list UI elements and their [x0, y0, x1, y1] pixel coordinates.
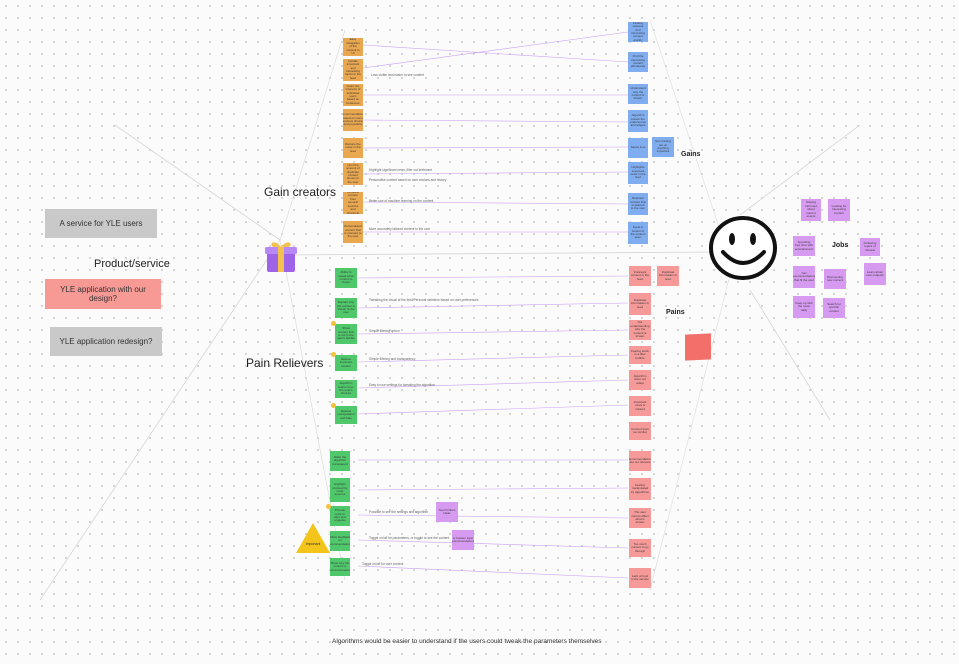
application-design-box[interactable]: YLE application with our design? [45, 279, 161, 309]
marker-dot [326, 504, 331, 509]
important-triangle-icon[interactable]: Important [296, 523, 330, 553]
connector-note: Better use of machine learning on the co… [369, 199, 434, 203]
pain-reliever-note[interactable]: Highlight trustworthy news sources [330, 478, 350, 502]
gain-creators-heading: Gain creators [264, 185, 337, 199]
gain-creator-note[interactable]: Limit the amount of duplicate content sh… [343, 163, 363, 185]
job-note[interactable]: Staying informed about current events [801, 199, 821, 221]
job-note[interactable]: Keep up with the news daily [793, 296, 815, 318]
blank-pain-note[interactable] [685, 333, 711, 361]
connector-note: Personalise content based on user choice… [369, 178, 447, 182]
jobs-heading: Jobs [832, 242, 849, 249]
gift-icon [263, 238, 299, 274]
gain-note[interactable]: Find the interesting content effortlessl… [628, 52, 648, 72]
connector-note: Toggle on/off for parameters, or toggle … [369, 536, 450, 540]
important-label: Important [305, 542, 321, 546]
gain-note[interactable]: Feels in control of the content seen [628, 222, 648, 244]
gain-creator-note[interactable]: Combine content from several sources and… [343, 192, 363, 214]
pain-relievers-heading: Pain Relievers [246, 356, 324, 370]
job-note[interactable]: Get recommendations that fit the user [793, 266, 815, 288]
pain-note[interactable]: Not understanding why the content is sho… [629, 320, 651, 340]
pain-reliever-note[interactable]: Show why the content is recommended [330, 558, 350, 576]
pain-note[interactable]: Irrelevant content in the feed [629, 266, 651, 286]
gains-heading: Gains [681, 151, 701, 158]
gain-note[interactable]: Highlights important news in the feed [628, 162, 648, 184]
pain-note[interactable]: The user cannot affect what is shown [629, 508, 651, 528]
gain-note[interactable]: Not missing out on anything important [652, 137, 674, 157]
pain-reliever-note[interactable]: Reduce irrelevant content [335, 355, 357, 371]
pain-note[interactable]: Algorithm does not adapt [629, 370, 651, 390]
pain-reliever-note[interactable]: Provide tools to filter and organise [330, 506, 350, 526]
service-box[interactable]: A service for YLE users [45, 209, 157, 238]
connector-note: Possible to see the settings and algorit… [369, 510, 429, 514]
job-note[interactable]: Learn about new subjects [864, 263, 886, 285]
gain-note[interactable]: Relevant content that is tailored to the… [628, 193, 648, 215]
pain-reliever-note[interactable]: Ability to tweak what content is shown [335, 268, 357, 288]
connector-note: Simple filtering option [369, 329, 400, 333]
side-note[interactable]: A Custom topic recommendations [452, 530, 474, 550]
pain-reliever-note[interactable]: Make the algorithm transparent [330, 451, 350, 471]
gain-note[interactable]: Finding relevant and interesting content… [628, 22, 648, 42]
gain-creator-note[interactable]: Reduce the noise in the feed [343, 138, 363, 158]
gain-creator-note[interactable]: Recommendations based on users' previous… [343, 109, 363, 131]
connector-note: Tweaking the visual of the feed/Personal… [369, 298, 479, 302]
connector-note: Toggle on/off for user content [362, 562, 404, 566]
pain-note[interactable]: Recommendations are not relevant [629, 451, 651, 471]
gain-creator-note[interactable]: Easy navigation of the content in UI [343, 38, 363, 56]
side-note[interactable]: Touch Filters Ideas [436, 502, 458, 522]
gain-note[interactable]: Saves time [628, 138, 648, 158]
pain-note[interactable]: Important news is missed [629, 396, 651, 416]
pain-note[interactable]: Duplicate information in feed [657, 266, 679, 286]
gain-note[interactable]: Understand why the content is shown [628, 84, 648, 104]
pain-note[interactable]: Feeling manipulated by algorithms [629, 478, 651, 500]
pain-note[interactable]: Too much content to go through [629, 539, 651, 557]
connector-note: More accurately tailored content to the … [369, 227, 431, 231]
marker-dot [331, 352, 336, 357]
connector-note: Simple filtering and transparency [369, 357, 416, 361]
gain-creator-note[interactable]: Personalised content that is relevant to… [343, 221, 363, 243]
gain-creator-note[interactable]: Include important and interesting topics… [343, 59, 363, 81]
canvas-board[interactable]: A service for YLE users Product/service … [0, 0, 959, 664]
pain-reliever-note[interactable]: Explain why the content is shown to the … [335, 298, 357, 318]
pain-note[interactable]: Feeling stuck in a filter bubble [629, 346, 651, 364]
gain-creator-note[interactable]: Learn the interests of individual users … [343, 84, 363, 106]
job-note[interactable]: Looking for interesting content [828, 199, 850, 221]
footer-note: Algorithms would be easier to understand… [332, 638, 602, 645]
connector-note: Less clutter and easier to see content [371, 73, 424, 77]
job-note[interactable]: Spending free time with entertainment [793, 236, 815, 256]
pains-heading: Pains [666, 309, 685, 316]
pain-note[interactable]: Duplicate information in feed [629, 293, 651, 315]
pain-note[interactable]: Lack of trust in the service [629, 568, 651, 588]
connector-note: Highlight significant news, filter out i… [369, 168, 432, 172]
application-redesign-box[interactable]: YLE application redesign? [50, 327, 162, 356]
job-note[interactable]: Following topics of interest [860, 238, 880, 256]
pain-reliever-note[interactable]: Allow feedback on recommendations [330, 531, 350, 551]
connector-note: Easy to use settings for tweaking the al… [369, 383, 435, 387]
pain-reliever-note[interactable]: Show content that is not in the user's b… [335, 324, 357, 344]
gain-note[interactable]: Algorithm knows the preferences and adap… [628, 110, 648, 132]
product-service-label: Product/service [94, 258, 170, 270]
marker-dot [331, 403, 336, 408]
pain-reliever-note[interactable]: Reduce manipulation and bias [335, 406, 357, 424]
pain-note[interactable]: Content feels too similar [629, 422, 651, 440]
pain-reliever-note[interactable]: Algorithm learns from the user's choices [335, 380, 357, 398]
smiley-face-icon [708, 214, 778, 282]
job-note[interactable]: Discovering new content [824, 269, 846, 289]
marker-dot [331, 321, 336, 326]
job-note[interactable]: Search for specific content [823, 298, 845, 318]
